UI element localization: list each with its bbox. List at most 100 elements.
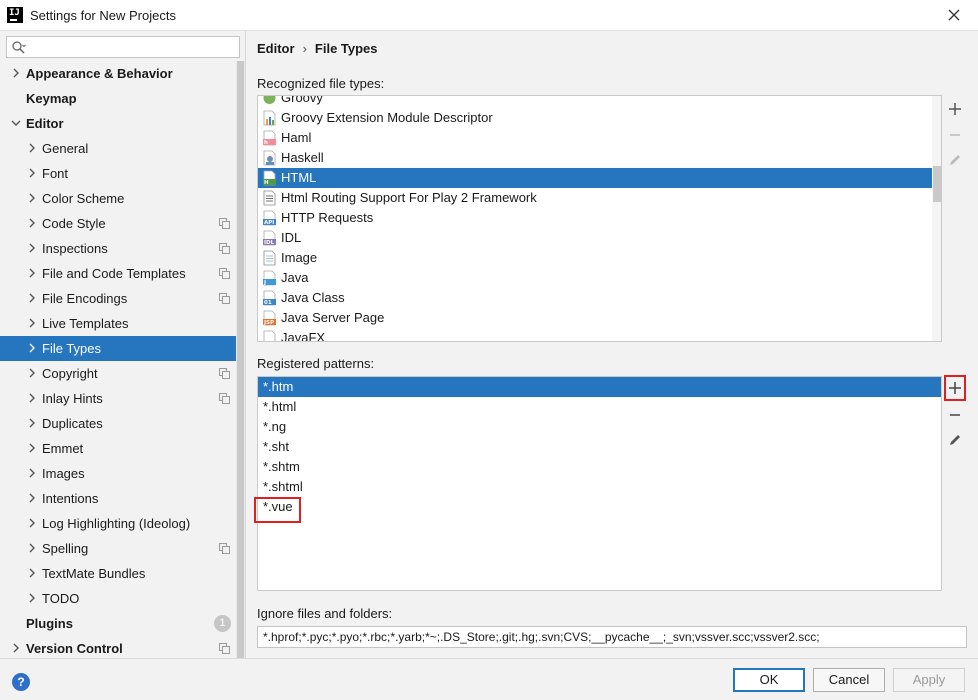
chevron-right-icon[interactable]: [27, 493, 37, 503]
pattern-htm[interactable]: *.htm: [258, 377, 941, 397]
file-type-html[interactable]: H HTML: [258, 168, 932, 188]
close-icon[interactable]: [944, 5, 964, 25]
remove-pattern-button[interactable]: [946, 406, 964, 424]
chevron-right-icon[interactable]: [27, 218, 37, 228]
breadcrumb: Editor › File Types: [257, 38, 378, 58]
chevron-right-icon[interactable]: [27, 193, 37, 203]
chevron-right-icon[interactable]: [27, 468, 37, 478]
chevron-right-icon[interactable]: [27, 318, 37, 328]
chevron-right-icon[interactable]: [27, 518, 37, 528]
pattern-ng[interactable]: *.ng: [258, 417, 941, 437]
idl-icon: IDL: [263, 230, 276, 246]
file-type-http-requests[interactable]: API HTTP Requests: [258, 208, 932, 228]
settings-search-input[interactable]: [6, 36, 240, 58]
chevron-right-icon[interactable]: [27, 393, 37, 403]
sidebar-item-intentions[interactable]: Intentions: [0, 486, 236, 511]
sidebar-item-label: File Encodings: [42, 291, 128, 306]
intellij-logo-icon: IJ: [7, 7, 23, 23]
remove-file-type-button[interactable]: [946, 126, 964, 144]
sidebar-item-label: Plugins: [26, 616, 73, 631]
file-type-haml[interactable]: h Haml: [258, 128, 932, 148]
recognized-file-types-list[interactable]: Groovy Groovy Extension Module Descriptor…: [257, 95, 942, 342]
pattern-shtml[interactable]: *.shtml: [258, 477, 941, 497]
file-type-java[interactable]: J Java: [258, 268, 932, 288]
registered-patterns-label: Registered patterns:: [257, 356, 375, 371]
sidebar-item-color-scheme[interactable]: Color Scheme: [0, 186, 236, 211]
ignore-files-input[interactable]: *.hprof;*.pyc;*.pyo;*.rbc;*.yarb;*~;.DS_…: [257, 626, 967, 648]
text-file-icon: [263, 190, 276, 206]
sidebar-item-label: TODO: [42, 591, 80, 606]
chevron-right-icon[interactable]: [27, 418, 37, 428]
file-type-label: Groovy Extension Module Descriptor: [281, 110, 493, 125]
pattern-html[interactable]: *.html: [258, 397, 941, 417]
file-type-groovy[interactable]: Groovy: [258, 96, 932, 108]
chevron-right-icon[interactable]: [27, 143, 37, 153]
file-type-image[interactable]: Image: [258, 248, 932, 268]
sidebar-item-label: Inspections: [42, 241, 108, 256]
add-file-type-button[interactable]: [946, 100, 964, 118]
sidebar-item-emmet[interactable]: Emmet: [0, 436, 236, 461]
sidebar-item-todo[interactable]: TODO: [0, 586, 236, 611]
sidebar-item-textmate-bundles[interactable]: TextMate Bundles: [0, 561, 236, 586]
sidebar-item-duplicates[interactable]: Duplicates: [0, 411, 236, 436]
file-type-html-routing-support-for-play-2-framework[interactable]: Html Routing Support For Play 2 Framewor…: [258, 188, 932, 208]
help-icon[interactable]: ?: [12, 673, 30, 691]
chevron-down-icon[interactable]: [11, 118, 21, 128]
file-type-java-server-page[interactable]: JSP Java Server Page: [258, 308, 932, 328]
sidebar-item-inspections[interactable]: Inspections: [0, 236, 236, 261]
chevron-right-icon[interactable]: [27, 543, 37, 553]
sidebar-item-file-encodings[interactable]: File Encodings: [0, 286, 236, 311]
file-type-java-class[interactable]: 01 Java Class: [258, 288, 932, 308]
chevron-right-icon[interactable]: [27, 293, 37, 303]
ok-button[interactable]: OK: [733, 668, 805, 692]
chevron-right-icon[interactable]: [27, 343, 37, 353]
javafx-icon: [263, 330, 276, 341]
file-types-panel: Editor › File Types Recognized file type…: [247, 31, 978, 658]
chevron-right-icon[interactable]: [27, 268, 37, 278]
sidebar-item-file-and-code-templates[interactable]: File and Code Templates: [0, 261, 236, 286]
file-type-groovy-extension-module-descriptor[interactable]: Groovy Extension Module Descriptor: [258, 108, 932, 128]
file-types-scrollbar-thumb[interactable]: [933, 166, 941, 202]
sidebar-item-label: Live Templates: [42, 316, 129, 331]
chevron-right-icon[interactable]: [27, 443, 37, 453]
pattern-shtm[interactable]: *.shtm: [258, 457, 941, 477]
cancel-button[interactable]: Cancel: [813, 668, 885, 692]
sidebar-item-images[interactable]: Images: [0, 461, 236, 486]
edit-file-type-button[interactable]: [946, 151, 964, 169]
sidebar-item-general[interactable]: General: [0, 136, 236, 161]
registered-patterns-list[interactable]: *.htm *.html *.ng *.sht *.shtm *.shtml *.vue: [257, 376, 942, 591]
logo-text: IJ: [9, 8, 20, 18]
sidebar-item-label: File Types: [42, 341, 102, 356]
file-type-haskell[interactable]: Haskell: [258, 148, 932, 168]
sidebar-item-font[interactable]: Font: [0, 161, 236, 186]
sidebar-scrollbar-thumb[interactable]: [237, 61, 244, 658]
file-types-scrollbar[interactable]: [932, 96, 941, 341]
sidebar-item-spelling[interactable]: Spelling: [0, 536, 236, 561]
sidebar-item-plugins[interactable]: Plugins 1: [0, 611, 236, 636]
chevron-right-icon[interactable]: [27, 593, 37, 603]
sidebar-item-log-highlighting-ideolog[interactable]: Log Highlighting (Ideolog): [0, 511, 236, 536]
sidebar-item-keymap[interactable]: Keymap: [0, 86, 236, 111]
project-scope-icon: [219, 268, 230, 279]
apply-button[interactable]: Apply: [893, 668, 965, 692]
sidebar-item-file-types[interactable]: File Types: [0, 336, 236, 361]
java-icon: J: [263, 270, 276, 286]
sidebar-item-appearance-behavior[interactable]: Appearance & Behavior: [0, 61, 236, 86]
pattern-sht[interactable]: *.sht: [258, 437, 941, 457]
file-type-idl[interactable]: IDL IDL: [258, 228, 932, 248]
edit-pattern-button[interactable]: [946, 431, 964, 449]
sidebar-item-editor[interactable]: Editor: [0, 111, 236, 136]
pattern-vue[interactable]: *.vue: [258, 497, 941, 517]
chevron-right-icon[interactable]: [11, 643, 21, 653]
chevron-right-icon[interactable]: [27, 568, 37, 578]
file-type-javafx[interactable]: JavaFX: [258, 328, 932, 341]
chevron-right-icon[interactable]: [27, 243, 37, 253]
sidebar-item-inlay-hints[interactable]: Inlay Hints: [0, 386, 236, 411]
sidebar-item-code-style[interactable]: Code Style: [0, 211, 236, 236]
chevron-right-icon[interactable]: [27, 168, 37, 178]
sidebar-scrollbar[interactable]: [236, 61, 245, 658]
sidebar-item-copyright[interactable]: Copyright: [0, 361, 236, 386]
chevron-right-icon[interactable]: [11, 68, 21, 78]
chevron-right-icon[interactable]: [27, 368, 37, 378]
sidebar-item-live-templates[interactable]: Live Templates: [0, 311, 236, 336]
